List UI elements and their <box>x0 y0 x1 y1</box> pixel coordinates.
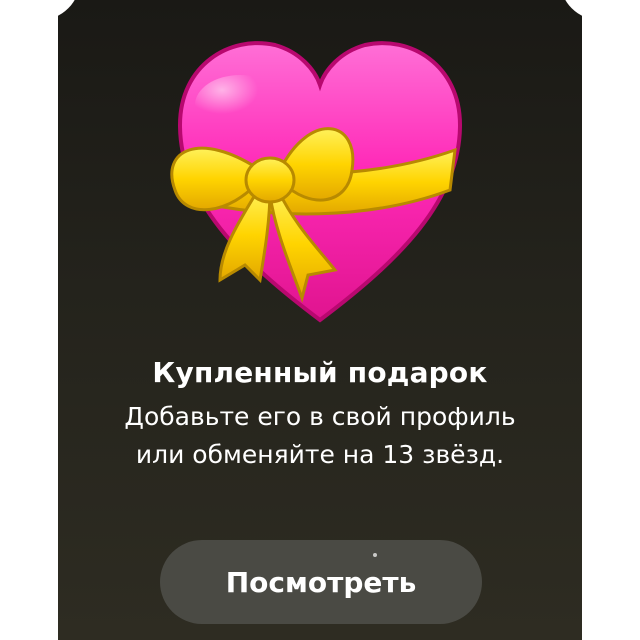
view-button[interactable]: Посмотреть <box>160 540 482 624</box>
heart-with-ribbon-icon <box>170 41 463 323</box>
gift-title: Купленный подарок <box>152 356 488 389</box>
bow-knot <box>244 156 296 204</box>
sparkle <box>373 553 377 557</box>
screen: Купленный подарок Добавьте его в свой пр… <box>0 0 640 640</box>
gift-description: Добавьте его в свой профиль или обменяйт… <box>124 402 516 469</box>
